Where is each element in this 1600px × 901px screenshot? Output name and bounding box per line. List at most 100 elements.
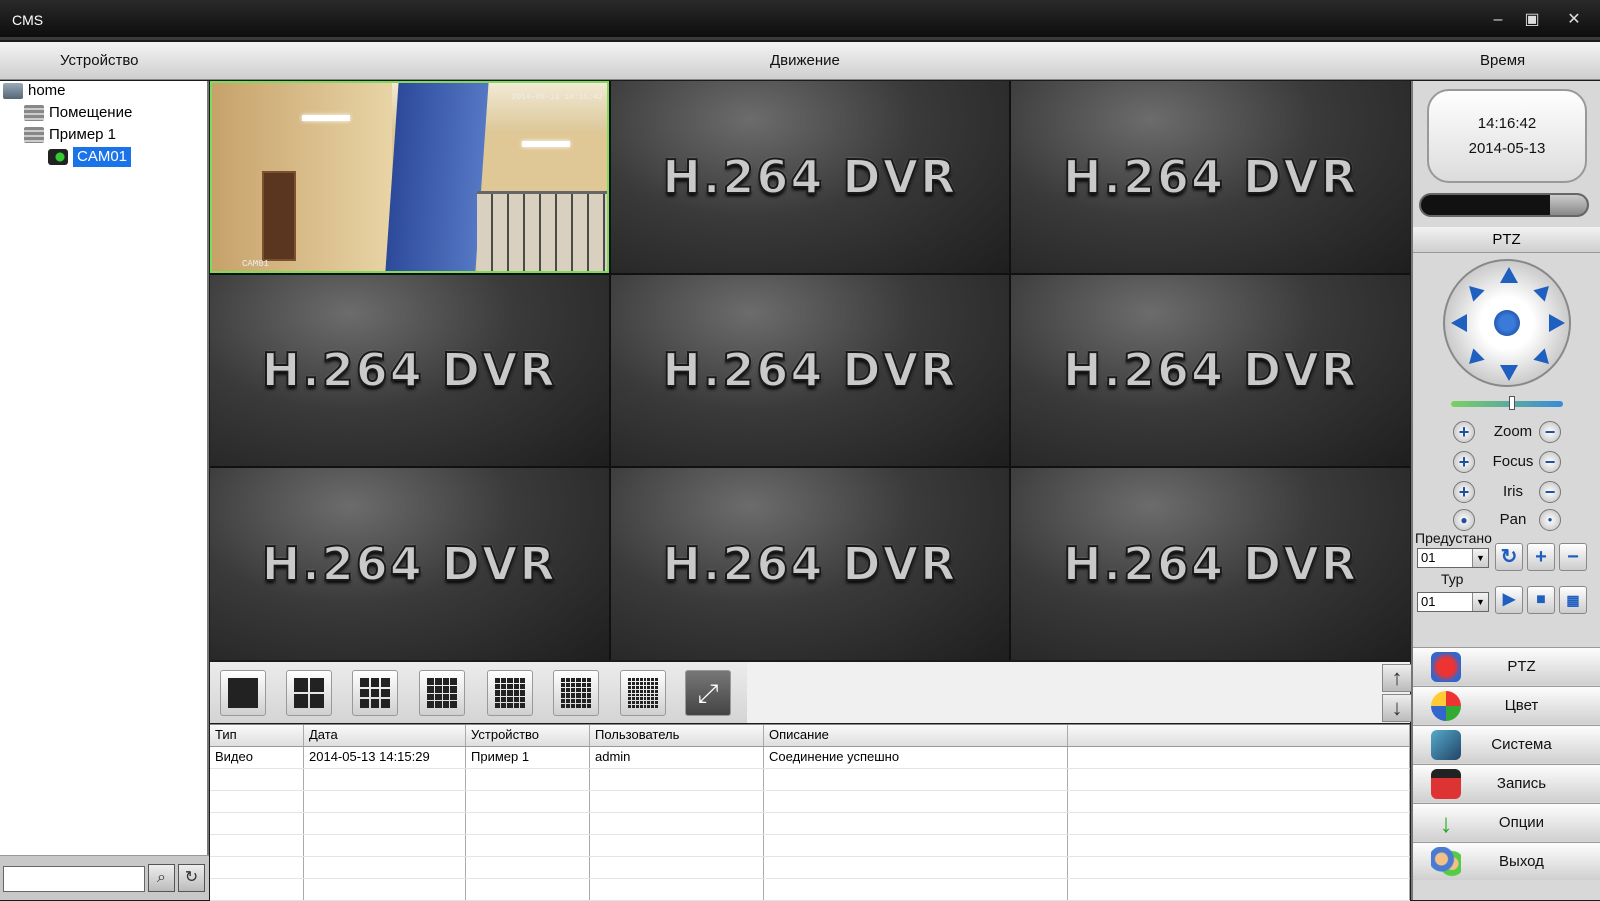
layout-toolbar-spacer (747, 662, 1410, 723)
tour-grid-icon[interactable]: ▦ (1559, 586, 1587, 614)
users-icon (1431, 846, 1461, 877)
video-cell[interactable]: H.264 DVR (610, 274, 1010, 467)
iris-label: Iris (1503, 483, 1523, 500)
table-row[interactable]: Видео 2014-05-13 14:15:29 Пример 1 admin… (210, 747, 1410, 769)
time-header[interactable]: Время (1480, 52, 1525, 69)
menu-options-button[interactable]: ↓ Опции (1413, 803, 1600, 841)
device-header[interactable]: Устройство (60, 52, 138, 69)
arrow-left-icon[interactable] (1451, 314, 1467, 332)
close-icon[interactable]: ✕ (1563, 10, 1585, 30)
tour-stop-icon[interactable]: ■ (1527, 586, 1555, 614)
home-icon (3, 83, 23, 99)
event-log-table: Тип Дата Устройство Пользователь Описани… (210, 724, 1410, 901)
video-cell[interactable]: H.264 DVR (1011, 274, 1410, 467)
ptz-center-button[interactable] (1494, 310, 1520, 336)
iris-minus-icon[interactable]: − (1539, 481, 1561, 503)
preset-remove-icon[interactable]: − (1559, 543, 1587, 571)
column-header-description[interactable]: Описание (764, 725, 1068, 746)
ptz-speed-slider[interactable] (1451, 396, 1563, 410)
title-bar: CMS ‒ ▣ ✕ (0, 0, 1600, 40)
menu-ptz-button[interactable]: PTZ (1413, 647, 1600, 685)
tree-item-label: CAM01 (73, 147, 132, 167)
pan-start-icon[interactable]: ● (1453, 509, 1475, 531)
layout-9-icon[interactable] (352, 670, 398, 716)
layout-1-icon[interactable] (220, 670, 266, 716)
arrow-up-icon[interactable]: ↑ (1382, 664, 1412, 692)
dvr-device-icon (24, 127, 44, 143)
menu-record-button[interactable]: Запись (1413, 764, 1600, 802)
device-search-input[interactable] (3, 866, 145, 892)
tree-root-home[interactable]: home (3, 81, 66, 101)
pan-stop-icon[interactable]: ● (1539, 509, 1561, 531)
menu-exit-button[interactable]: Выход (1413, 842, 1600, 880)
video-cell[interactable]: H.264 DVR (610, 81, 1010, 273)
layout-25-icon[interactable] (487, 670, 533, 716)
refresh-icon[interactable]: ↻ (178, 864, 205, 892)
arrow-up-left-icon[interactable] (1463, 280, 1485, 302)
camera-icon (48, 149, 68, 165)
minimize-icon[interactable]: ‒ (1487, 10, 1509, 30)
column-header-type[interactable]: Тип (210, 725, 304, 746)
tour-play-icon[interactable]: ▶ (1495, 586, 1523, 614)
zoom-control: + Zoom − (1453, 419, 1573, 445)
table-cell: admin (590, 747, 764, 768)
progress-bar (1419, 193, 1589, 217)
table-cell: Пример 1 (466, 747, 590, 768)
video-cell[interactable]: H.264 DVR (210, 274, 609, 467)
tree-item-room[interactable]: Помещение (24, 103, 132, 123)
tour-value: 01 (1421, 594, 1436, 609)
no-signal-label: H.264 DVR (661, 536, 958, 592)
dropdown-arrow-icon: ▼ (1472, 593, 1488, 611)
arrow-up-right-icon[interactable] (1533, 280, 1555, 302)
preset-goto-icon[interactable]: ↻ (1495, 543, 1523, 571)
video-cell[interactable]: H.264 DVR (210, 468, 609, 660)
preset-add-icon[interactable]: + (1527, 543, 1555, 571)
column-header-user[interactable]: Пользователь (590, 725, 764, 746)
focus-minus-icon[interactable]: − (1539, 451, 1561, 473)
video-cell[interactable]: H.264 DVR (610, 468, 1010, 660)
video-cell[interactable]: H.264 DVR (1011, 468, 1410, 660)
no-signal-label: H.264 DVR (1062, 536, 1359, 592)
tree-search-bar: ⌕ ↻ (0, 855, 209, 900)
layout-64-icon[interactable] (620, 670, 666, 716)
arrow-down-right-icon[interactable] (1533, 348, 1555, 370)
layout-16-icon[interactable] (419, 670, 465, 716)
table-cell: Соединение успешно (764, 747, 1068, 768)
maximize-icon[interactable]: ▣ (1521, 10, 1543, 30)
menu-color-button[interactable]: Цвет (1413, 686, 1600, 724)
column-header-device[interactable]: Устройство (466, 725, 590, 746)
layout-4-icon[interactable] (286, 670, 332, 716)
zoom-in-icon[interactable]: + (1453, 421, 1475, 443)
menu-system-button[interactable]: Система (1413, 725, 1600, 763)
tree-item-example1[interactable]: Пример 1 (24, 125, 116, 145)
menu-label: Выход (1499, 853, 1544, 870)
focus-plus-icon[interactable]: + (1453, 451, 1475, 473)
motion-header[interactable]: Движение (770, 52, 840, 69)
arrow-down-icon[interactable] (1500, 365, 1518, 381)
preset-select[interactable]: 01 ▼ (1417, 548, 1489, 568)
search-icon[interactable]: ⌕ (148, 864, 175, 892)
tree-item-cam01[interactable]: CAM01 (48, 147, 132, 167)
record-clapper-icon (1431, 768, 1461, 799)
table-row-empty (210, 813, 1410, 835)
column-header-date[interactable]: Дата (304, 725, 466, 746)
zoom-out-icon[interactable]: − (1539, 421, 1561, 443)
clock-time: 14:16:42 (1477, 115, 1537, 132)
video-cell-live[interactable]: 2014-05-13 14:15:42 CAM01 (210, 81, 609, 273)
zoom-label: Zoom (1493, 423, 1533, 440)
iris-plus-icon[interactable]: + (1453, 481, 1475, 503)
color-icon (1431, 690, 1461, 721)
layout-36-icon[interactable] (553, 670, 599, 716)
arrow-down-left-icon[interactable] (1463, 348, 1485, 370)
arrow-down-icon[interactable]: ↓ (1382, 694, 1412, 722)
fullscreen-icon[interactable]: ⤢ (685, 670, 731, 716)
slider-handle[interactable] (1509, 396, 1516, 410)
tour-select[interactable]: 01 ▼ (1417, 592, 1489, 612)
menu-label: Опции (1498, 814, 1545, 831)
arrow-up-icon[interactable] (1500, 267, 1518, 283)
preset-value: 01 (1421, 550, 1436, 565)
video-cell[interactable]: H.264 DVR (1011, 81, 1410, 273)
arrow-right-icon[interactable] (1549, 314, 1565, 332)
menu-label: Система (1491, 736, 1552, 753)
no-signal-label: H.264 DVR (661, 149, 958, 205)
